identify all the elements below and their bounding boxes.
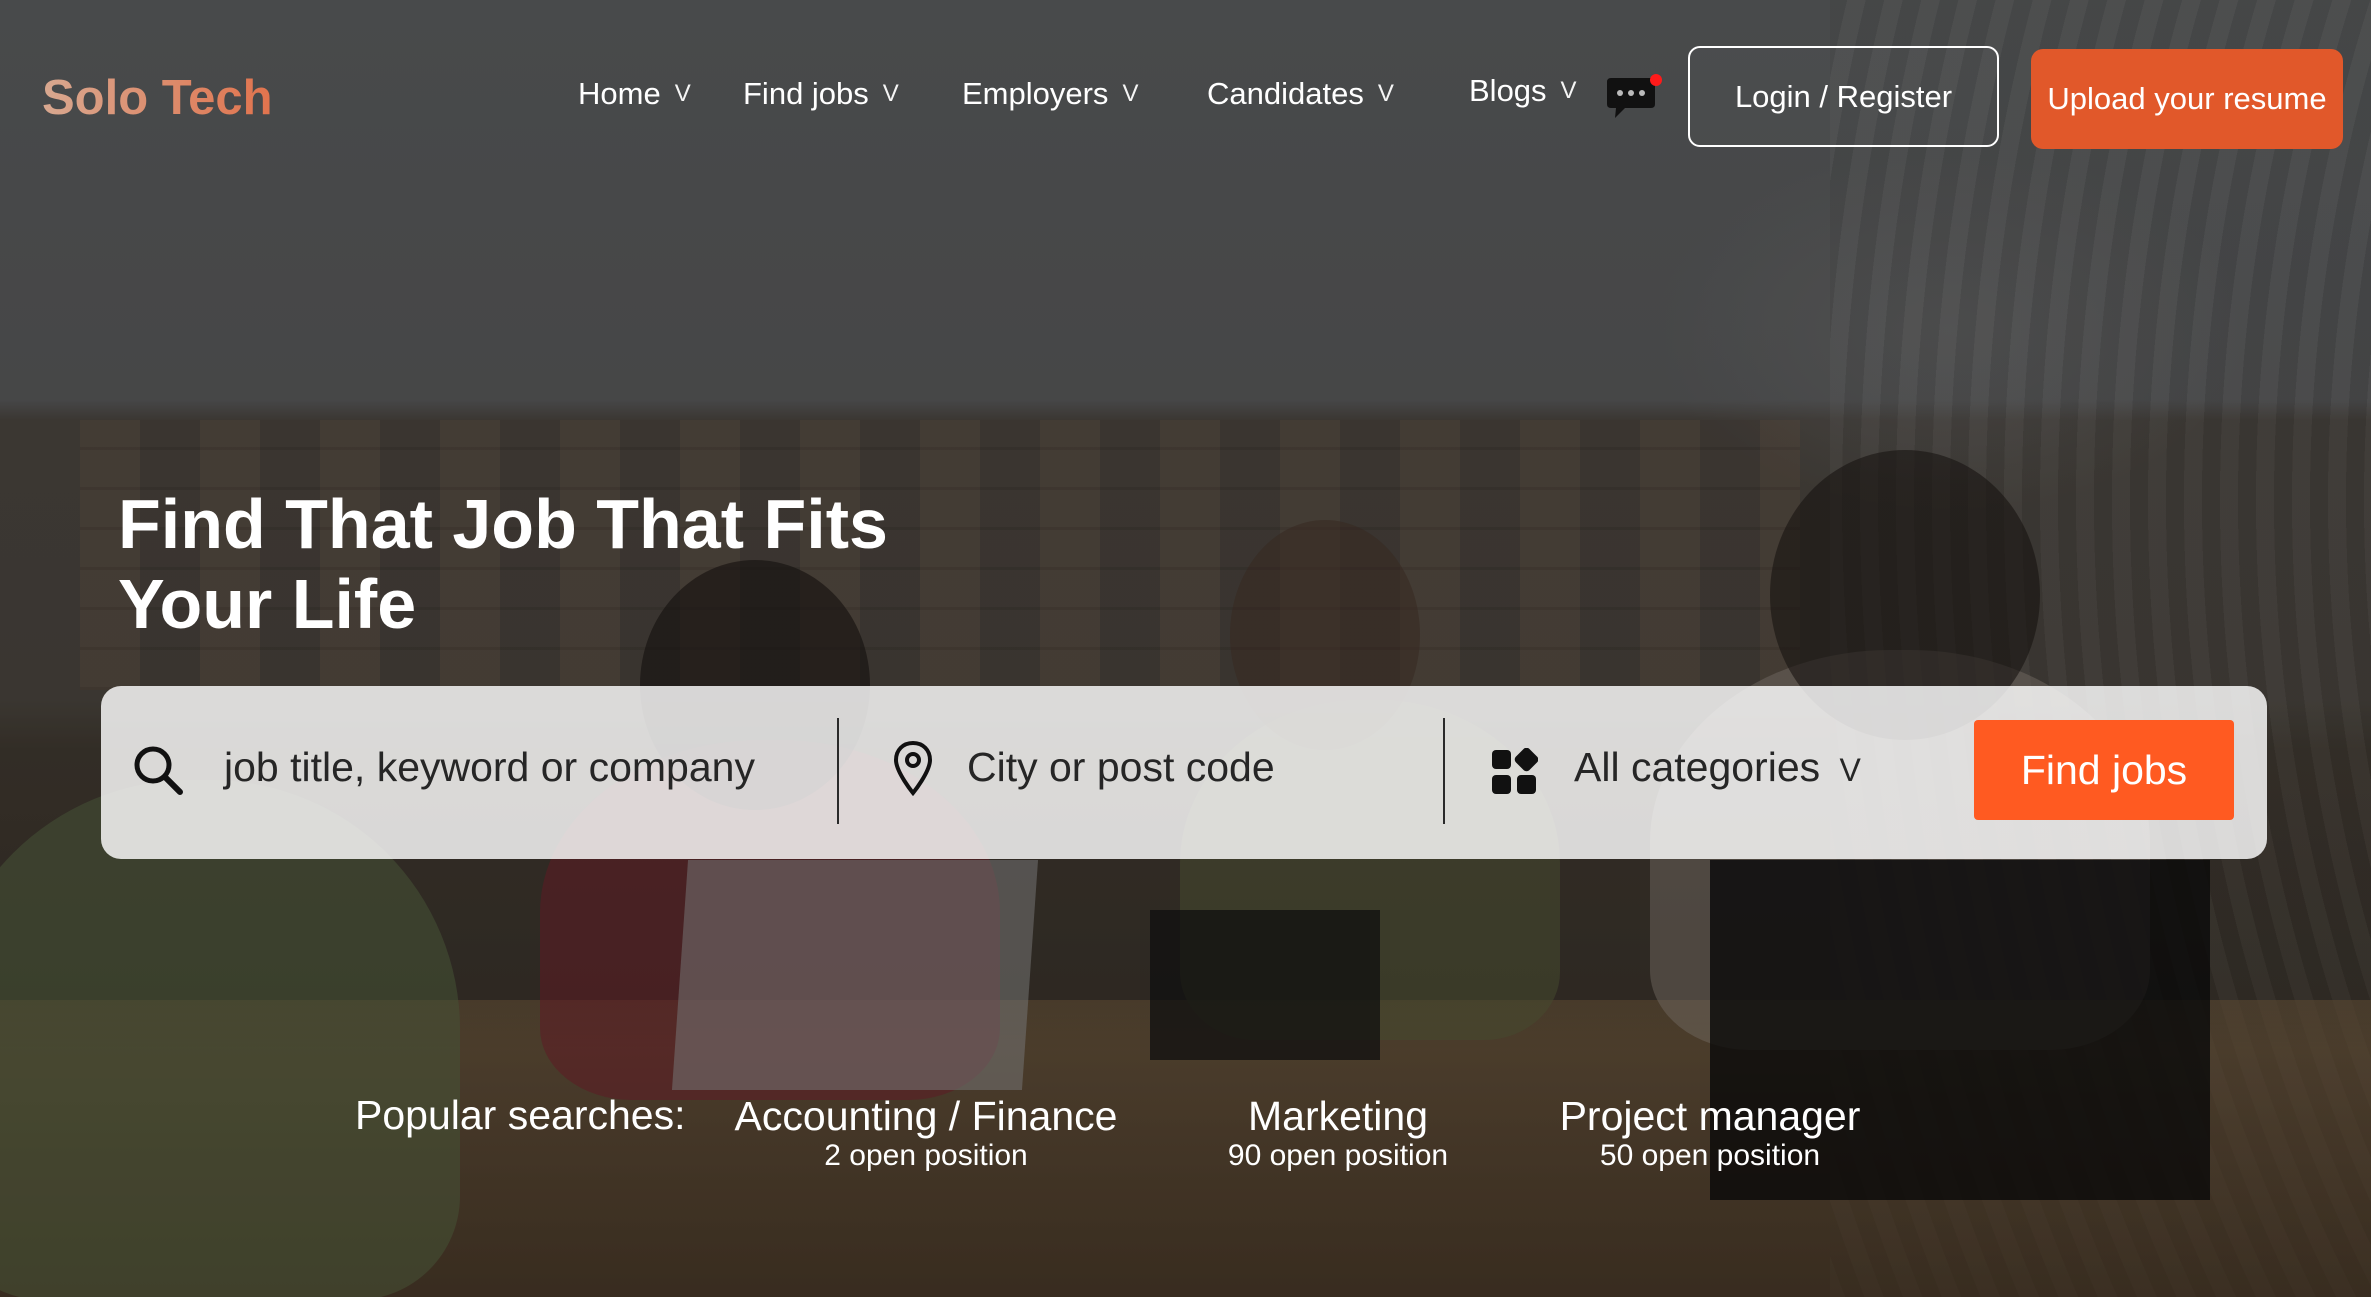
chevron-down-icon: V [1122, 80, 1139, 107]
chevron-down-icon: V [674, 80, 691, 107]
categories-grid-icon [1492, 748, 1538, 794]
notification-dot [1650, 74, 1662, 86]
popular-title: Accounting / Finance [734, 1093, 1118, 1139]
headline-line-2: Your Life [118, 565, 417, 643]
chevron-down-icon: V [882, 80, 899, 107]
nav-label: Home [578, 76, 661, 111]
nav-candidates[interactable]: Candidates V [1207, 76, 1394, 112]
popular-search-marketing[interactable]: Marketing 90 open position [1208, 1092, 1468, 1172]
popular-search-accounting[interactable]: Accounting / Finance 2 open position [728, 1092, 1124, 1172]
nav-label: Find jobs [743, 76, 869, 111]
login-register-button[interactable]: Login / Register [1688, 46, 1999, 147]
nav-find-jobs[interactable]: Find jobs V [743, 76, 899, 112]
chevron-down-icon: V [1560, 77, 1577, 104]
search-icon [134, 746, 183, 795]
nav-label: Employers [962, 76, 1109, 111]
divider [1443, 718, 1445, 824]
chevron-down-icon: V [1377, 80, 1394, 107]
find-jobs-button[interactable]: Find jobs [1974, 720, 2234, 820]
popular-search-project-manager[interactable]: Project manager 50 open position [1550, 1092, 1870, 1172]
upload-resume-button[interactable]: Upload your resume [2031, 49, 2343, 149]
location-input[interactable]: City or post code [967, 744, 1275, 791]
popular-count: 50 open position [1599, 1139, 1821, 1172]
popular-searches-label: Popular searches: [355, 1092, 686, 1138]
nav-label: Blogs [1469, 73, 1547, 108]
nav-employers[interactable]: Employers V [962, 76, 1138, 112]
nav-home[interactable]: Home V [578, 76, 691, 112]
search-bar: job title, keyword or company City or po… [101, 686, 2267, 859]
popular-count: 2 open position [824, 1139, 1028, 1172]
nav-label: Candidates [1207, 76, 1364, 111]
chat-bubble-icon[interactable] [1603, 74, 1663, 124]
hero-headline: Find That Job That Fits Your Life [118, 484, 1018, 644]
chevron-down-icon: V [1839, 752, 1861, 788]
headline-line-1: Find That Job That Fits [118, 485, 888, 563]
popular-title: Marketing [1247, 1093, 1428, 1139]
keyword-input[interactable]: job title, keyword or company [224, 744, 755, 791]
category-select[interactable]: All categories V [1574, 744, 1861, 791]
nav-blogs[interactable]: Blogs V [1469, 73, 1577, 109]
popular-count: 90 open position [1227, 1139, 1449, 1172]
logo[interactable]: Solo Tech [42, 70, 273, 126]
divider [837, 718, 839, 824]
category-value: All categories [1574, 744, 1821, 790]
popular-title: Project manager [1559, 1093, 1861, 1139]
location-pin-icon [893, 740, 933, 797]
